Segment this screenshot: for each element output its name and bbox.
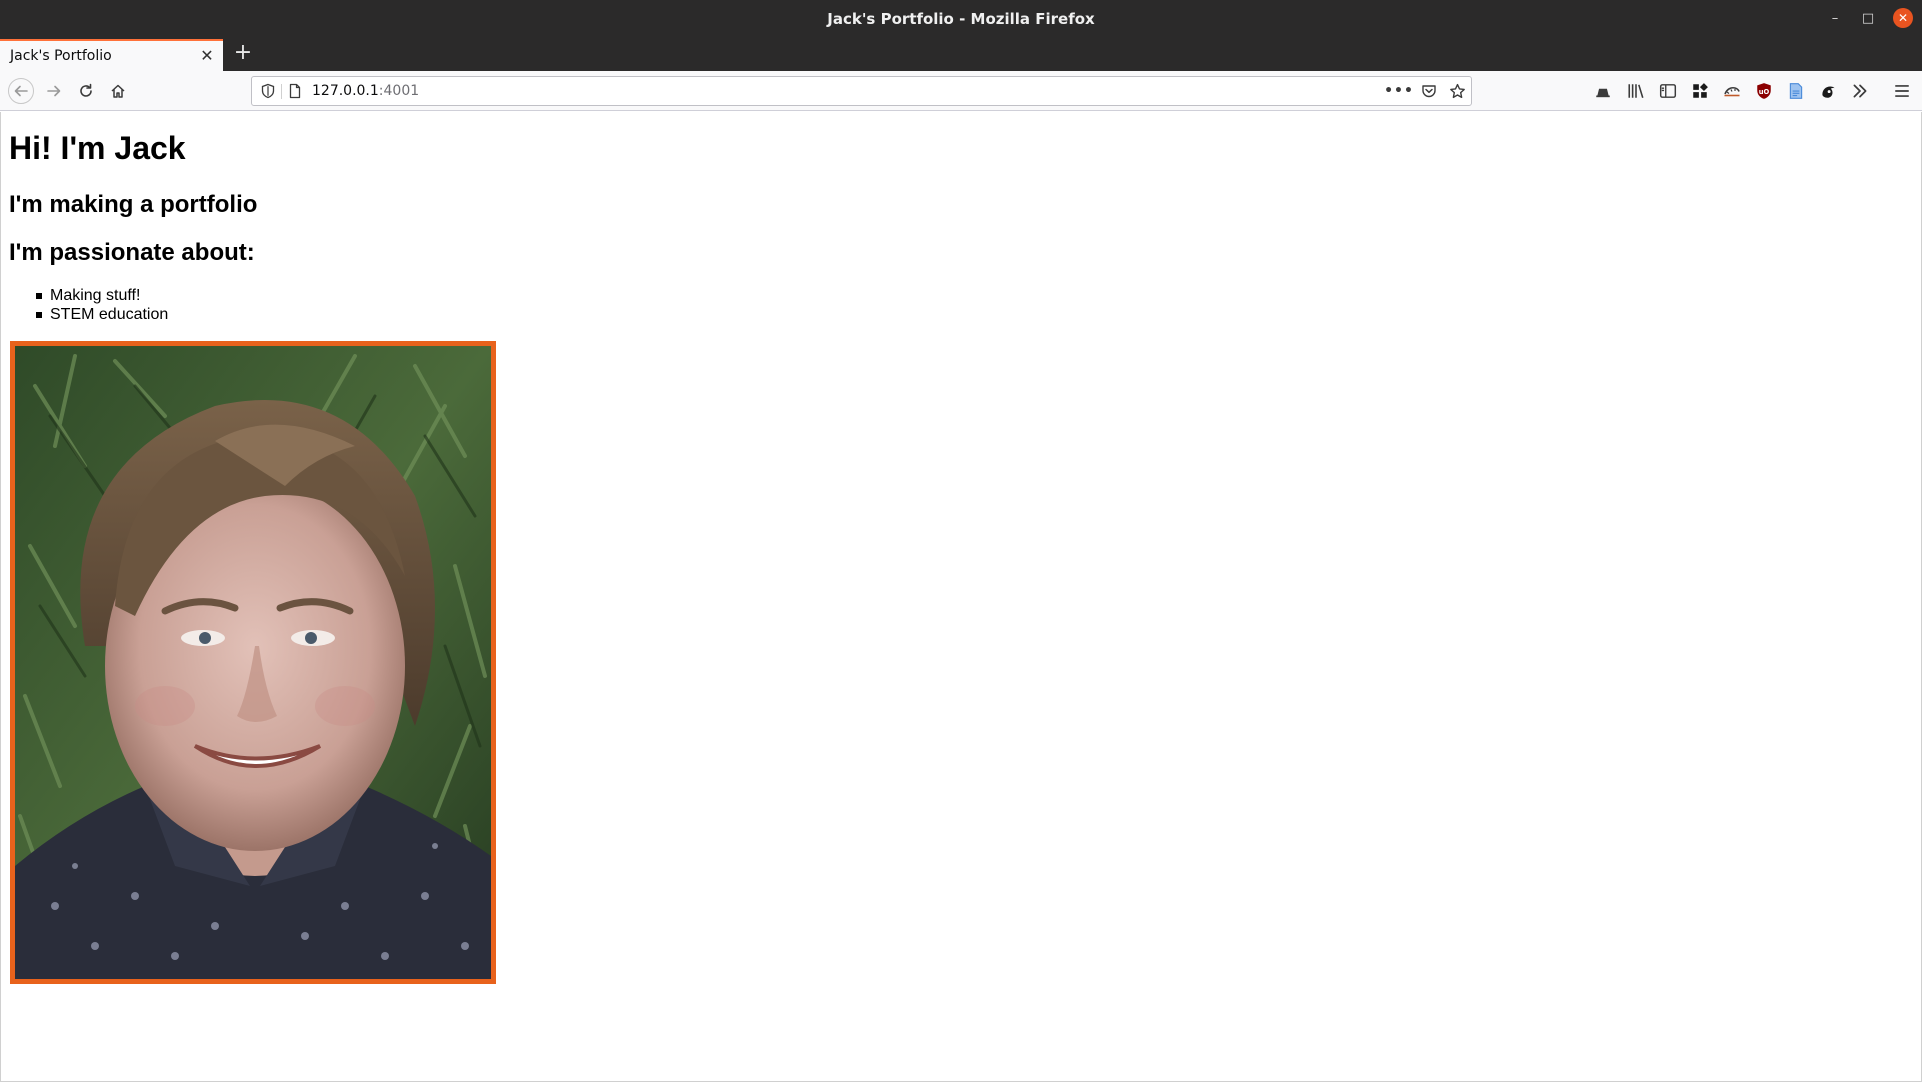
page-content: Hi! I'm Jack I'm making a portfolio I'm … <box>0 112 1922 1082</box>
navigation-toolbar: 127.0.0.1:4001 ••• uO <box>0 71 1922 111</box>
url-bar[interactable]: 127.0.0.1:4001 ••• <box>251 76 1472 106</box>
list-item: STEM education <box>35 305 168 324</box>
passions-list: Making stuff! STEM education <box>35 286 168 324</box>
container-icon[interactable] <box>1594 82 1612 100</box>
close-window-button[interactable]: ✕ <box>1893 8 1913 28</box>
extensions-grid-icon[interactable] <box>1691 82 1709 100</box>
reload-icon <box>80 83 92 97</box>
cloud-sync-icon[interactable] <box>1723 82 1741 100</box>
url-port: :4001 <box>378 83 420 99</box>
arrow-right-icon <box>47 85 61 97</box>
bookmark-star-icon[interactable] <box>1448 82 1466 100</box>
tab-label: Jack's Portfolio <box>10 48 112 64</box>
extension-icon[interactable] <box>1819 82 1837 100</box>
page-subheading: I'm making a portfolio <box>9 191 258 218</box>
maximize-button[interactable]: □ <box>1859 9 1877 27</box>
page-actions-more-icon[interactable]: ••• <box>1384 82 1413 100</box>
tracking-shield-icon[interactable] <box>260 83 276 99</box>
reload-button[interactable] <box>74 79 98 103</box>
hamburger-menu-icon[interactable] <box>1893 82 1911 100</box>
page-info-icon[interactable] <box>287 83 303 99</box>
arrow-left-icon <box>14 85 28 97</box>
list-item: Making stuff! <box>35 286 168 305</box>
pocket-icon[interactable] <box>1420 82 1438 100</box>
url-text[interactable]: 127.0.0.1:4001 <box>312 83 419 99</box>
home-icon <box>111 84 125 98</box>
overflow-chevron-icon[interactable] <box>1851 82 1869 100</box>
window-titlebar: Jack's Portfolio - Mozilla Firefox – □ ✕ <box>0 0 1922 37</box>
forward-button[interactable] <box>42 79 66 103</box>
library-icon[interactable] <box>1627 82 1645 100</box>
passions-heading: I'm passionate about: <box>9 239 255 266</box>
new-tab-button[interactable]: + <box>232 42 254 65</box>
home-button[interactable] <box>106 79 130 103</box>
url-host: 127.0.0.1 <box>312 83 379 99</box>
portrait-image <box>15 346 491 979</box>
url-separator <box>281 84 282 99</box>
svg-text:uO: uO <box>1759 88 1770 96</box>
reader-icon[interactable] <box>1787 82 1805 100</box>
minimize-button[interactable]: – <box>1826 9 1844 27</box>
window-title: Jack's Portfolio - Mozilla Firefox <box>827 10 1095 28</box>
sidebar-icon[interactable] <box>1659 82 1677 100</box>
tab-close-icon[interactable]: ✕ <box>198 47 216 65</box>
profile-photo <box>10 341 496 984</box>
back-button[interactable] <box>8 78 34 104</box>
tab-jacks-portfolio[interactable]: Jack's Portfolio ✕ <box>0 39 223 71</box>
page-heading: Hi! I'm Jack <box>9 130 186 166</box>
ublock-icon[interactable]: uO <box>1755 82 1773 100</box>
tab-strip: Jack's Portfolio ✕ + <box>0 37 1922 71</box>
